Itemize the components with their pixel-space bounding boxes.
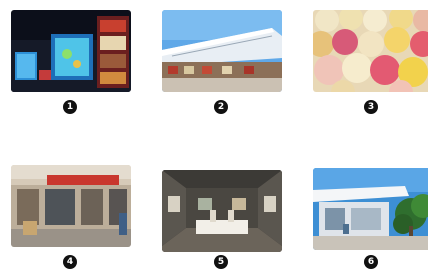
badge-1: 1 (63, 100, 77, 114)
shopfront-street-image (11, 165, 131, 247)
badge-6: 6 (364, 255, 378, 269)
badge-5: 5 (214, 255, 228, 269)
thumbnail-1[interactable] (11, 10, 131, 92)
aquarium-shop-night-image (11, 10, 131, 92)
thumbnail-2[interactable] (162, 10, 282, 92)
badge-4: 4 (63, 255, 77, 269)
badge-3: 3 (364, 100, 378, 114)
thumbnail-6[interactable] (313, 168, 428, 250)
thumbnail-3[interactable] (313, 10, 428, 92)
thumbnail-4[interactable] (11, 165, 131, 247)
gallery-interior-image (162, 170, 282, 252)
modern-pavilion-tree-image (313, 168, 428, 250)
canopy-market-building-image (162, 10, 282, 92)
colorful-gelato-balls-image (313, 10, 428, 92)
badge-2: 2 (214, 100, 228, 114)
thumbnail-5[interactable] (162, 170, 282, 252)
